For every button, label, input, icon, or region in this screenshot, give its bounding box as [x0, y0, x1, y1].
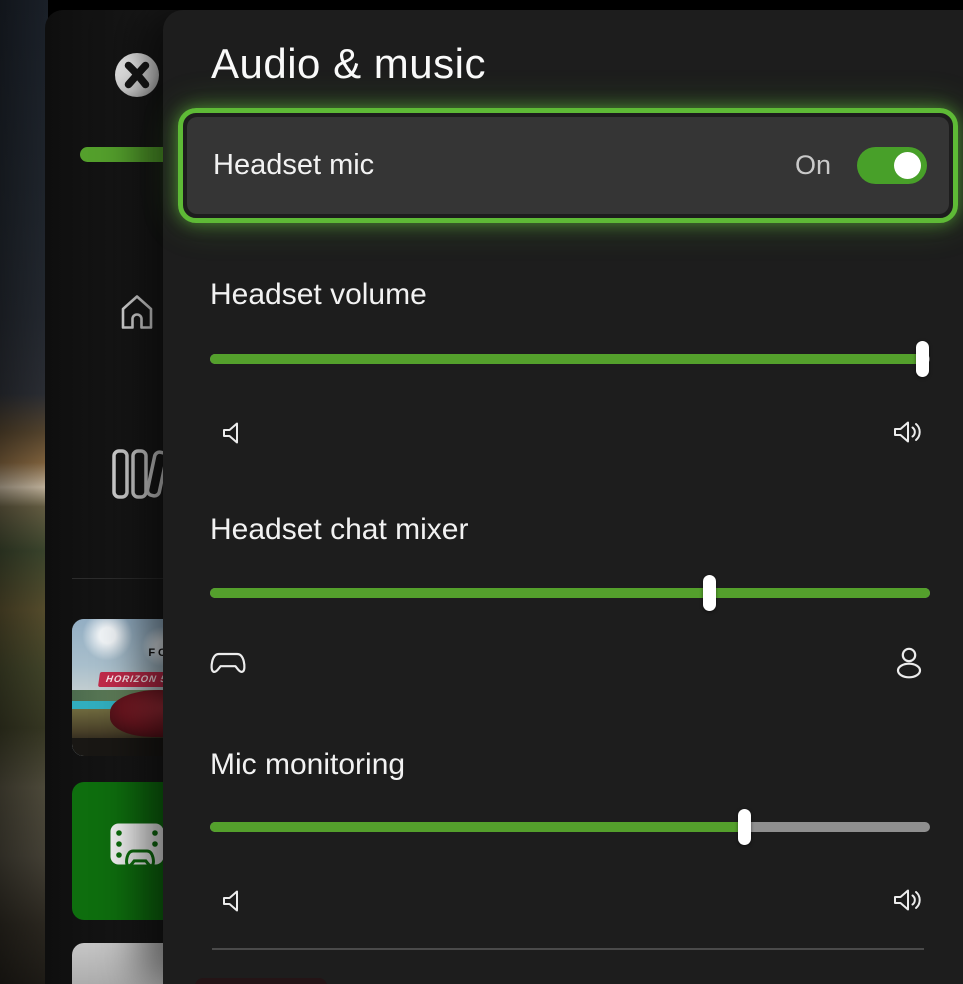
mic-monitoring-slider[interactable] [210, 822, 930, 832]
mic-monitoring-label: Mic monitoring [210, 748, 405, 782]
speaker-loud-icon [891, 416, 925, 448]
headset-volume-slider[interactable] [210, 354, 930, 364]
home-icon[interactable] [113, 287, 161, 335]
toggle-state-label: On [795, 150, 831, 181]
headset-mic-toggle[interactable] [857, 147, 927, 184]
speaker-quiet-icon [218, 886, 248, 916]
speaker-loud-icon [891, 884, 925, 916]
headset-volume-fill [210, 354, 923, 364]
focus-ring: Headset mic On [178, 108, 958, 223]
xbox-logo[interactable] [113, 51, 161, 99]
mic-monitoring-fill [210, 822, 745, 832]
headset-volume-label: Headset volume [210, 278, 427, 312]
headset-mic-row[interactable]: Headset mic On [187, 117, 949, 214]
person-icon [891, 644, 927, 680]
chat-mixer-fill [210, 588, 930, 598]
page-title: Audio & music [211, 34, 486, 94]
background-game-screenshot [0, 0, 48, 984]
xbox-guide-screen: FORZA HORIZON 5 [0, 0, 963, 984]
speaker-quiet-icon [218, 418, 248, 448]
controller-icon [208, 650, 248, 678]
chat-mixer-label: Headset chat mixer [210, 513, 468, 547]
next-item-peek [195, 978, 327, 984]
headset-volume-thumb[interactable] [916, 341, 929, 377]
chat-mixer-slider[interactable] [210, 588, 930, 598]
mic-monitoring-thumb[interactable] [738, 809, 751, 845]
audio-music-panel: Audio & music Headset mic On Headset vol… [163, 10, 963, 984]
chat-mixer-thumb[interactable] [703, 575, 716, 611]
toggle-thumb [894, 152, 921, 179]
headset-mic-label: Headset mic [213, 149, 795, 182]
section-divider [212, 948, 924, 950]
